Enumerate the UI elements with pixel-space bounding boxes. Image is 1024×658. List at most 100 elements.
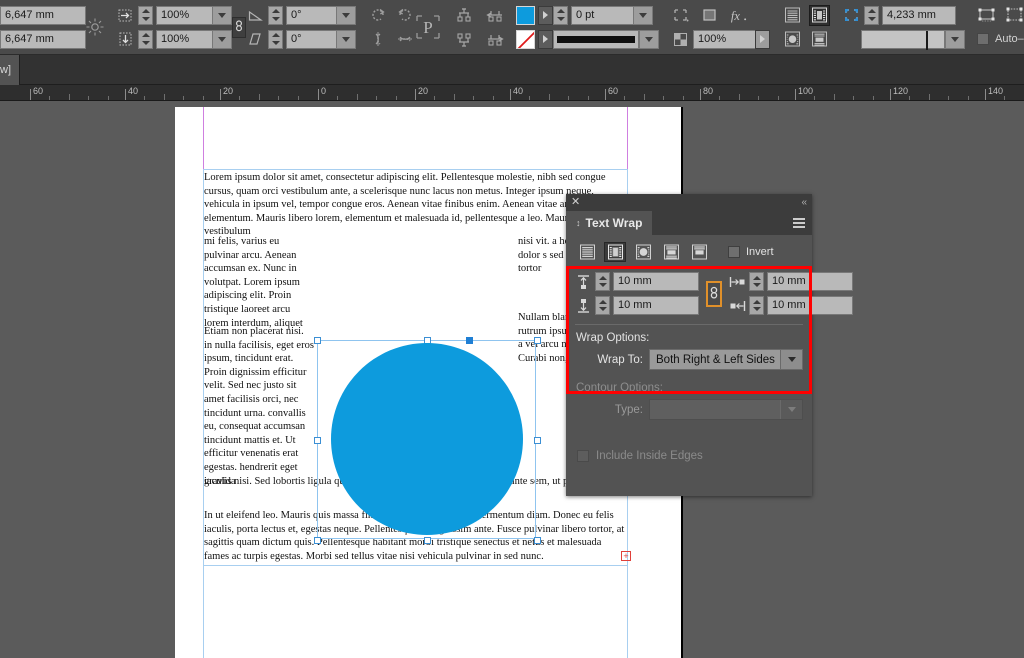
shear-dropdown[interactable]	[336, 29, 356, 49]
scale-y-dropdown[interactable]	[212, 29, 232, 49]
stroke-style-dropdown[interactable]	[639, 29, 659, 49]
offset-top-field[interactable]: 10 mm	[613, 272, 699, 291]
tab-text-wrap[interactable]: ↕ Text Wrap	[566, 211, 653, 235]
document-canvas[interactable]: Lorem ipsum dolor sit amet, consectetur …	[0, 101, 1024, 658]
stroke-none-swatch[interactable]	[516, 29, 535, 49]
align-bottom-icon[interactable]	[454, 30, 473, 49]
stroke-style-preview[interactable]	[553, 29, 639, 49]
scale-x-field[interactable]: 100%	[156, 5, 212, 25]
reference-point-icon[interactable]	[86, 7, 104, 47]
close-icon[interactable]: ✕	[571, 197, 580, 208]
type-label: Type:	[614, 403, 643, 416]
distribute-left-icon[interactable]	[485, 6, 504, 25]
wrap-mode-jump-object[interactable]	[660, 242, 682, 262]
stroke-weight-stepper[interactable]	[553, 5, 568, 25]
expand-caret-icon[interactable]: ↕	[576, 218, 581, 228]
offset-left-stepper[interactable]	[749, 272, 764, 291]
document-tab[interactable]: view]	[0, 55, 21, 85]
handle-top-left[interactable]	[314, 337, 321, 344]
transparency-grid-icon[interactable]	[671, 30, 690, 49]
shear-angle-field[interactable]: 0°	[286, 29, 336, 49]
stroke-dropdown[interactable]	[538, 29, 553, 49]
fill-stroke-group	[516, 1, 553, 53]
select-content-icon[interactable]	[1005, 6, 1024, 25]
chevron-down-icon[interactable]	[780, 350, 802, 369]
scale-x-dropdown[interactable]	[212, 5, 232, 25]
fx-icon[interactable]: fx	[729, 6, 748, 25]
panel-tab-row: ↕ Text Wrap	[566, 211, 812, 235]
corner-size-stepper[interactable]	[864, 5, 879, 25]
rotation-angle-field[interactable]: 0°	[286, 5, 336, 25]
svg-text:P: P	[423, 18, 432, 37]
flip-vertical-icon[interactable]	[395, 30, 414, 49]
handle-middle-left[interactable]	[314, 437, 321, 444]
auto-fit-checkbox[interactable]	[977, 33, 989, 45]
p-preview-icon[interactable]: P	[414, 7, 442, 47]
overset-text-indicator[interactable]: +	[621, 551, 631, 561]
opacity-dropdown[interactable]	[755, 29, 770, 49]
offset-right-field[interactable]: 10 mm	[767, 296, 853, 315]
rotate-clockwise-icon[interactable]	[368, 6, 387, 25]
offset-right-stepper[interactable]	[749, 296, 764, 315]
offset-left-field[interactable]: 10 mm	[767, 272, 853, 291]
text-wrap-none-icon[interactable]	[782, 5, 803, 26]
scale-x-stepper[interactable]	[138, 5, 153, 25]
text-wrap-contour-icon[interactable]	[782, 29, 803, 50]
invert-control[interactable]: Invert	[728, 246, 774, 258]
offset-top-stepper[interactable]	[595, 272, 610, 291]
offset-bottom-stepper[interactable]	[595, 296, 610, 315]
invert-checkbox[interactable]	[728, 246, 740, 258]
text-wrap-jump-icon[interactable]	[809, 29, 830, 50]
offset-bottom-field[interactable]: 10 mm	[613, 296, 699, 315]
corner-shape-preview[interactable]	[861, 29, 945, 50]
scale-y-field[interactable]: 100%	[156, 29, 212, 49]
chain-link-icon[interactable]	[706, 280, 722, 307]
x-position-field[interactable]: 6,647 mm	[0, 5, 86, 25]
panel-menu-icon[interactable]	[793, 211, 812, 235]
shear-stepper[interactable]	[268, 29, 283, 49]
select-container-icon[interactable]	[977, 6, 996, 25]
position-fields-group: 6,647 mm 6,647 mm	[0, 1, 86, 53]
y-position-field[interactable]: 6,647 mm	[0, 29, 86, 49]
text-wrap-bounding-box-icon[interactable]	[809, 4, 830, 26]
distribute-right-icon[interactable]	[485, 30, 504, 49]
wrap-mode-no-text-wrap[interactable]	[576, 242, 598, 262]
flip-horizontal-icon[interactable]	[368, 30, 387, 49]
handle-top-active[interactable]	[466, 337, 473, 344]
selected-ellipse[interactable]	[331, 343, 523, 535]
ruler-label: 100	[798, 86, 814, 96]
wrap-to-select[interactable]: Both Right & Left Sides	[649, 349, 803, 370]
handle-bottom-center[interactable]	[424, 537, 431, 544]
rotation-shear-group: 0° 0°	[246, 1, 356, 53]
scale-y-stepper[interactable]	[138, 29, 153, 49]
fill-dropdown[interactable]	[538, 5, 553, 25]
wrapped-column-left-2: Etiam non placerat nisi. in nulla facili…	[204, 326, 314, 487]
scale-group: 100% 100%	[116, 1, 232, 53]
corner-shape-dropdown[interactable]	[945, 29, 965, 49]
handle-top-right[interactable]	[534, 337, 541, 344]
corner-size-field[interactable]: 4,233 mm	[882, 5, 956, 25]
opacity-field[interactable]: 100%	[693, 29, 755, 49]
collapse-double-chevron-icon[interactable]: «	[801, 197, 807, 208]
align-top-icon[interactable]	[454, 6, 473, 25]
wrap-mode-object-shape[interactable]	[632, 242, 654, 262]
wrap-mode-bounding-box[interactable]	[604, 242, 626, 262]
rotation-stepper[interactable]	[268, 5, 283, 25]
constrain-proportions-button[interactable]	[232, 16, 246, 38]
handle-bottom-right[interactable]	[534, 537, 541, 544]
rotation-dropdown[interactable]	[336, 5, 356, 25]
stroke-weight-dropdown[interactable]	[633, 5, 653, 25]
fill-swatch[interactable]	[516, 5, 535, 25]
handle-bottom-left[interactable]	[314, 537, 321, 544]
frame-fitting-icon[interactable]	[671, 6, 690, 25]
ruler-tick	[318, 89, 319, 100]
text-wrap-panel: ✕ « ↕ Text Wrap Invert 10 mm 10 mm 10 mm…	[566, 194, 853, 496]
handle-middle-right[interactable]	[534, 437, 541, 444]
object-style-icon[interactable]	[700, 6, 719, 25]
horizontal-ruler[interactable]: 60 40 20 0 20 40 60 80 100 120 140	[0, 85, 1024, 101]
panel-title-bar[interactable]: ✕ «	[566, 194, 812, 211]
stroke-weight-field[interactable]: 0 pt	[571, 5, 633, 25]
corner-options-icon[interactable]	[842, 6, 861, 25]
rotate-counterclockwise-icon[interactable]	[395, 6, 414, 25]
wrap-mode-jump-next-column[interactable]	[688, 242, 710, 262]
